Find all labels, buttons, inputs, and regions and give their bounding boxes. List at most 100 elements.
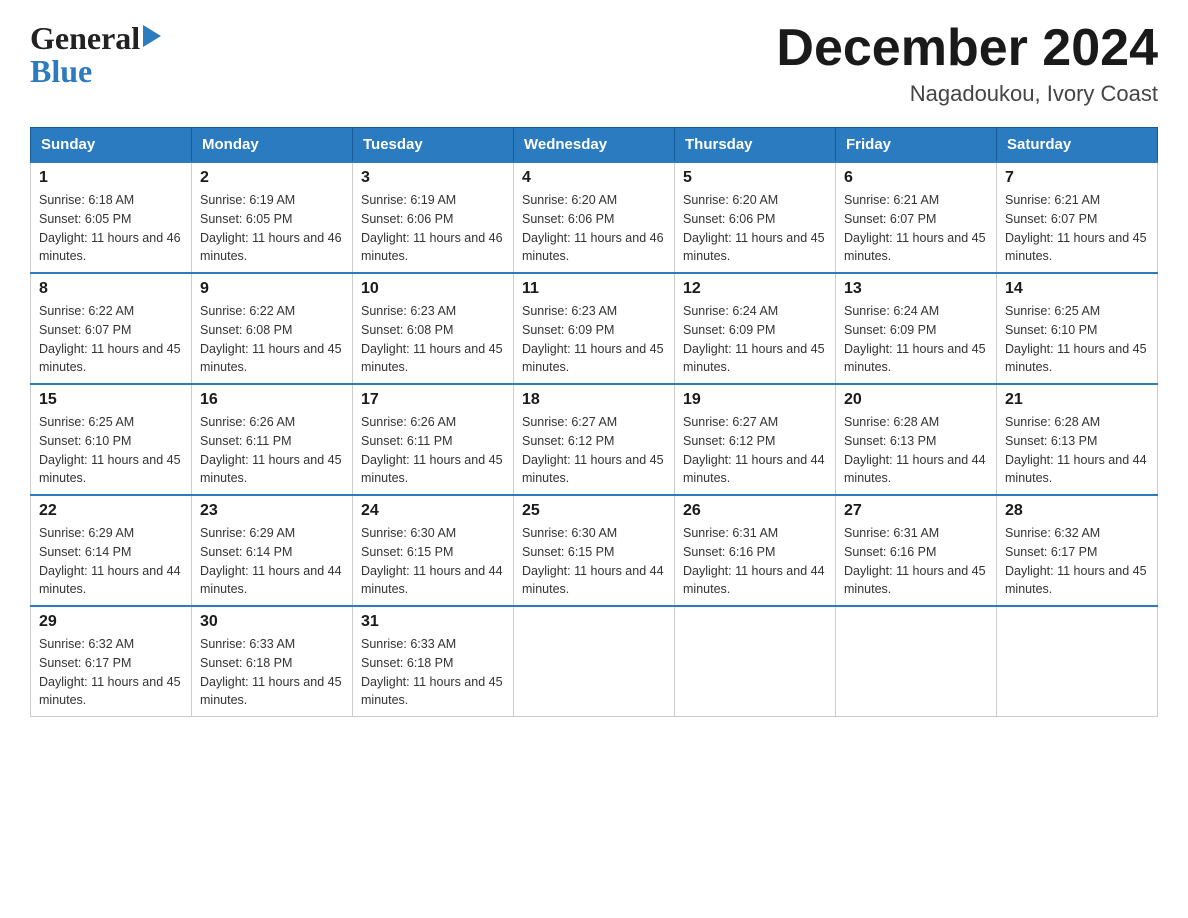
day-number: 25 <box>522 502 666 520</box>
table-row: 11 Sunrise: 6:23 AM Sunset: 6:09 PM Dayl… <box>514 273 675 384</box>
table-row: 7 Sunrise: 6:21 AM Sunset: 6:07 PM Dayli… <box>997 162 1158 273</box>
title-block: December 2024 Nagadoukou, Ivory Coast <box>776 20 1158 107</box>
day-info: Sunrise: 6:21 AM Sunset: 6:07 PM Dayligh… <box>844 191 988 266</box>
day-number: 3 <box>361 169 505 187</box>
table-row: 15 Sunrise: 6:25 AM Sunset: 6:10 PM Dayl… <box>31 384 192 495</box>
calendar-week-row: 15 Sunrise: 6:25 AM Sunset: 6:10 PM Dayl… <box>31 384 1158 495</box>
day-number: 12 <box>683 280 827 298</box>
table-row: 19 Sunrise: 6:27 AM Sunset: 6:12 PM Dayl… <box>675 384 836 495</box>
day-info: Sunrise: 6:19 AM Sunset: 6:05 PM Dayligh… <box>200 191 344 266</box>
table-row: 12 Sunrise: 6:24 AM Sunset: 6:09 PM Dayl… <box>675 273 836 384</box>
col-monday: Monday <box>192 128 353 163</box>
day-info: Sunrise: 6:21 AM Sunset: 6:07 PM Dayligh… <box>1005 191 1149 266</box>
calendar-week-row: 1 Sunrise: 6:18 AM Sunset: 6:05 PM Dayli… <box>31 162 1158 273</box>
table-row: 8 Sunrise: 6:22 AM Sunset: 6:07 PM Dayli… <box>31 273 192 384</box>
calendar-table: Sunday Monday Tuesday Wednesday Thursday… <box>30 127 1158 717</box>
day-info: Sunrise: 6:32 AM Sunset: 6:17 PM Dayligh… <box>1005 524 1149 599</box>
day-number: 17 <box>361 391 505 409</box>
col-friday: Friday <box>836 128 997 163</box>
day-number: 28 <box>1005 502 1149 520</box>
day-number: 1 <box>39 169 183 187</box>
day-info: Sunrise: 6:27 AM Sunset: 6:12 PM Dayligh… <box>522 413 666 488</box>
calendar-week-row: 29 Sunrise: 6:32 AM Sunset: 6:17 PM Dayl… <box>31 606 1158 717</box>
calendar-header-row: Sunday Monday Tuesday Wednesday Thursday… <box>31 128 1158 163</box>
day-number: 30 <box>200 613 344 631</box>
col-sunday: Sunday <box>31 128 192 163</box>
table-row: 31 Sunrise: 6:33 AM Sunset: 6:18 PM Dayl… <box>353 606 514 717</box>
table-row: 24 Sunrise: 6:30 AM Sunset: 6:15 PM Dayl… <box>353 495 514 606</box>
logo-general-text: General <box>30 20 140 57</box>
table-row: 10 Sunrise: 6:23 AM Sunset: 6:08 PM Dayl… <box>353 273 514 384</box>
day-number: 13 <box>844 280 988 298</box>
day-number: 29 <box>39 613 183 631</box>
table-row: 17 Sunrise: 6:26 AM Sunset: 6:11 PM Dayl… <box>353 384 514 495</box>
col-saturday: Saturday <box>997 128 1158 163</box>
logo-arrow-icon <box>143 25 161 52</box>
table-row: 27 Sunrise: 6:31 AM Sunset: 6:16 PM Dayl… <box>836 495 997 606</box>
day-info: Sunrise: 6:26 AM Sunset: 6:11 PM Dayligh… <box>361 413 505 488</box>
day-number: 11 <box>522 280 666 298</box>
day-info: Sunrise: 6:24 AM Sunset: 6:09 PM Dayligh… <box>844 302 988 377</box>
day-info: Sunrise: 6:29 AM Sunset: 6:14 PM Dayligh… <box>200 524 344 599</box>
table-row: 25 Sunrise: 6:30 AM Sunset: 6:15 PM Dayl… <box>514 495 675 606</box>
day-info: Sunrise: 6:33 AM Sunset: 6:18 PM Dayligh… <box>200 635 344 710</box>
day-info: Sunrise: 6:23 AM Sunset: 6:08 PM Dayligh… <box>361 302 505 377</box>
day-info: Sunrise: 6:25 AM Sunset: 6:10 PM Dayligh… <box>39 413 183 488</box>
day-number: 26 <box>683 502 827 520</box>
calendar-week-row: 8 Sunrise: 6:22 AM Sunset: 6:07 PM Dayli… <box>31 273 1158 384</box>
logo: General Blue <box>30 20 161 90</box>
table-row <box>514 606 675 717</box>
day-number: 21 <box>1005 391 1149 409</box>
day-number: 16 <box>200 391 344 409</box>
table-row: 2 Sunrise: 6:19 AM Sunset: 6:05 PM Dayli… <box>192 162 353 273</box>
day-info: Sunrise: 6:19 AM Sunset: 6:06 PM Dayligh… <box>361 191 505 266</box>
day-info: Sunrise: 6:32 AM Sunset: 6:17 PM Dayligh… <box>39 635 183 710</box>
day-info: Sunrise: 6:22 AM Sunset: 6:07 PM Dayligh… <box>39 302 183 377</box>
day-number: 22 <box>39 502 183 520</box>
day-number: 14 <box>1005 280 1149 298</box>
day-info: Sunrise: 6:28 AM Sunset: 6:13 PM Dayligh… <box>844 413 988 488</box>
day-number: 10 <box>361 280 505 298</box>
calendar-week-row: 22 Sunrise: 6:29 AM Sunset: 6:14 PM Dayl… <box>31 495 1158 606</box>
day-info: Sunrise: 6:30 AM Sunset: 6:15 PM Dayligh… <box>361 524 505 599</box>
col-thursday: Thursday <box>675 128 836 163</box>
table-row: 22 Sunrise: 6:29 AM Sunset: 6:14 PM Dayl… <box>31 495 192 606</box>
day-number: 5 <box>683 169 827 187</box>
day-number: 18 <box>522 391 666 409</box>
table-row: 18 Sunrise: 6:27 AM Sunset: 6:12 PM Dayl… <box>514 384 675 495</box>
day-number: 23 <box>200 502 344 520</box>
table-row <box>997 606 1158 717</box>
day-info: Sunrise: 6:31 AM Sunset: 6:16 PM Dayligh… <box>683 524 827 599</box>
day-number: 6 <box>844 169 988 187</box>
day-number: 8 <box>39 280 183 298</box>
day-number: 31 <box>361 613 505 631</box>
day-number: 15 <box>39 391 183 409</box>
table-row: 26 Sunrise: 6:31 AM Sunset: 6:16 PM Dayl… <box>675 495 836 606</box>
day-number: 4 <box>522 169 666 187</box>
logo-blue-text: Blue <box>30 53 161 90</box>
day-number: 19 <box>683 391 827 409</box>
col-wednesday: Wednesday <box>514 128 675 163</box>
table-row: 23 Sunrise: 6:29 AM Sunset: 6:14 PM Dayl… <box>192 495 353 606</box>
table-row: 9 Sunrise: 6:22 AM Sunset: 6:08 PM Dayli… <box>192 273 353 384</box>
location-text: Nagadoukou, Ivory Coast <box>776 81 1158 107</box>
day-number: 20 <box>844 391 988 409</box>
day-number: 2 <box>200 169 344 187</box>
table-row: 1 Sunrise: 6:18 AM Sunset: 6:05 PM Dayli… <box>31 162 192 273</box>
page-header: General Blue December 2024 Nagadoukou, I… <box>30 20 1158 107</box>
table-row: 16 Sunrise: 6:26 AM Sunset: 6:11 PM Dayl… <box>192 384 353 495</box>
day-info: Sunrise: 6:26 AM Sunset: 6:11 PM Dayligh… <box>200 413 344 488</box>
day-info: Sunrise: 6:33 AM Sunset: 6:18 PM Dayligh… <box>361 635 505 710</box>
day-info: Sunrise: 6:28 AM Sunset: 6:13 PM Dayligh… <box>1005 413 1149 488</box>
table-row: 20 Sunrise: 6:28 AM Sunset: 6:13 PM Dayl… <box>836 384 997 495</box>
table-row: 29 Sunrise: 6:32 AM Sunset: 6:17 PM Dayl… <box>31 606 192 717</box>
table-row: 30 Sunrise: 6:33 AM Sunset: 6:18 PM Dayl… <box>192 606 353 717</box>
table-row: 28 Sunrise: 6:32 AM Sunset: 6:17 PM Dayl… <box>997 495 1158 606</box>
day-info: Sunrise: 6:25 AM Sunset: 6:10 PM Dayligh… <box>1005 302 1149 377</box>
day-info: Sunrise: 6:18 AM Sunset: 6:05 PM Dayligh… <box>39 191 183 266</box>
day-info: Sunrise: 6:30 AM Sunset: 6:15 PM Dayligh… <box>522 524 666 599</box>
day-number: 7 <box>1005 169 1149 187</box>
table-row: 5 Sunrise: 6:20 AM Sunset: 6:06 PM Dayli… <box>675 162 836 273</box>
day-number: 9 <box>200 280 344 298</box>
day-number: 27 <box>844 502 988 520</box>
